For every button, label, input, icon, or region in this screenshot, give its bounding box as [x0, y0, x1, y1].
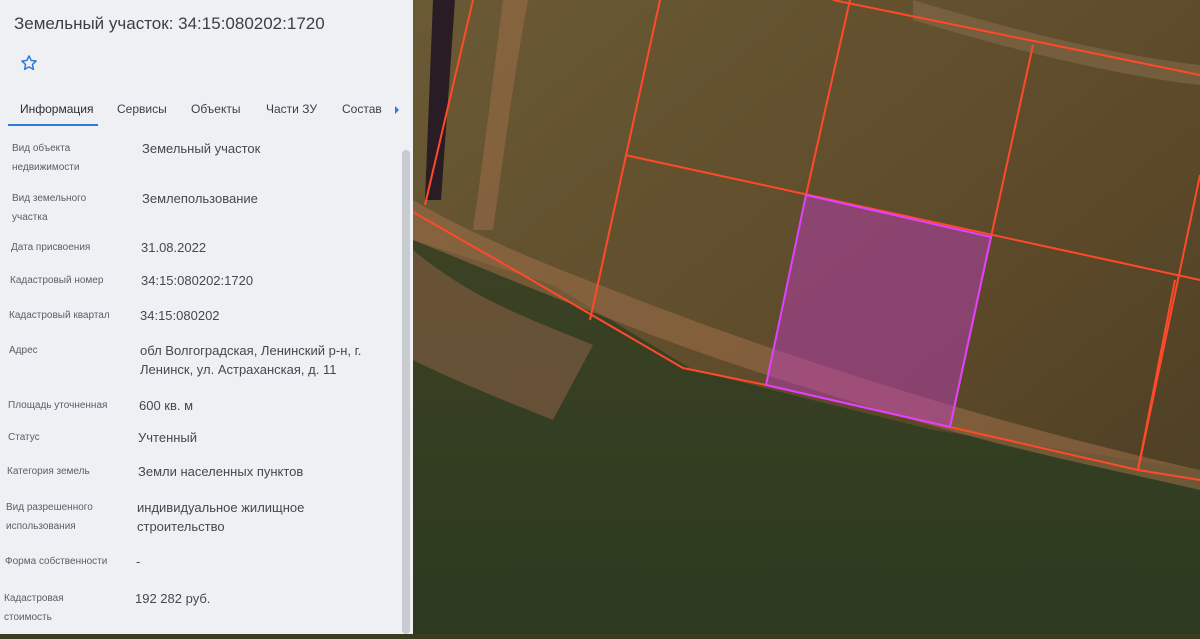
chevron-right-icon[interactable]	[395, 106, 399, 114]
row-value: индивидуальное жилищное строительство	[137, 500, 305, 534]
row-label: Вид разрешенного использования	[6, 502, 93, 532]
tab-bar: Информация Сервисы Объекты Части ЗУ Сост…	[0, 94, 413, 128]
panel-scrollbar[interactable]	[402, 150, 410, 634]
tab-objects[interactable]: Объекты	[191, 102, 241, 116]
row-value: 192 282 руб.	[135, 591, 211, 606]
row-label: Площадь уточненная	[8, 400, 108, 411]
row-label: Дата присвоения	[11, 242, 91, 253]
row-label: Статус	[8, 432, 40, 443]
row-value: -	[136, 554, 141, 569]
row-label: Кадастровая стоимость	[4, 593, 64, 623]
row-label: Адрес	[9, 345, 38, 356]
selected-parcel[interactable]	[764, 193, 993, 429]
row-label: Форма собственности	[5, 556, 108, 567]
row-value: 34:15:080202	[140, 308, 220, 323]
row-value: 600 кв. м	[139, 398, 194, 413]
row-value: Землепользование	[142, 191, 258, 206]
row-value: Земельный участок	[142, 141, 261, 156]
tab-parts[interactable]: Части ЗУ	[266, 102, 317, 116]
tab-services[interactable]: Сервисы	[117, 102, 167, 116]
row-value: Земли населенных пунктов	[138, 464, 304, 479]
active-tab-indicator	[8, 124, 98, 126]
panel-title: Земельный участок: 34:15:080202:1720	[14, 14, 325, 33]
row-value: Учтенный	[138, 430, 198, 445]
tab-info[interactable]: Информация	[20, 102, 93, 116]
row-label: Вид земельного участка	[12, 193, 87, 223]
row-label: Вид объекта недвижимости	[12, 143, 80, 173]
star-icon[interactable]	[20, 54, 42, 76]
row-label: Категория земель	[7, 466, 90, 477]
row-value: 34:15:080202:1720	[141, 273, 254, 288]
row-value: 31.08.2022	[141, 240, 207, 255]
satellite-map[interactable]	[412, 0, 1200, 634]
tab-composition[interactable]: Состав	[342, 102, 382, 116]
row-value: обл Волгоградская, Ленинский р-н, г. Лен…	[140, 343, 362, 377]
info-panel: Земельный участок: 34:15:080202:1720 Инф…	[0, 0, 413, 634]
row-label: Кадастровый номер	[10, 275, 104, 286]
row-label: Кадастровый квартал	[9, 310, 110, 321]
